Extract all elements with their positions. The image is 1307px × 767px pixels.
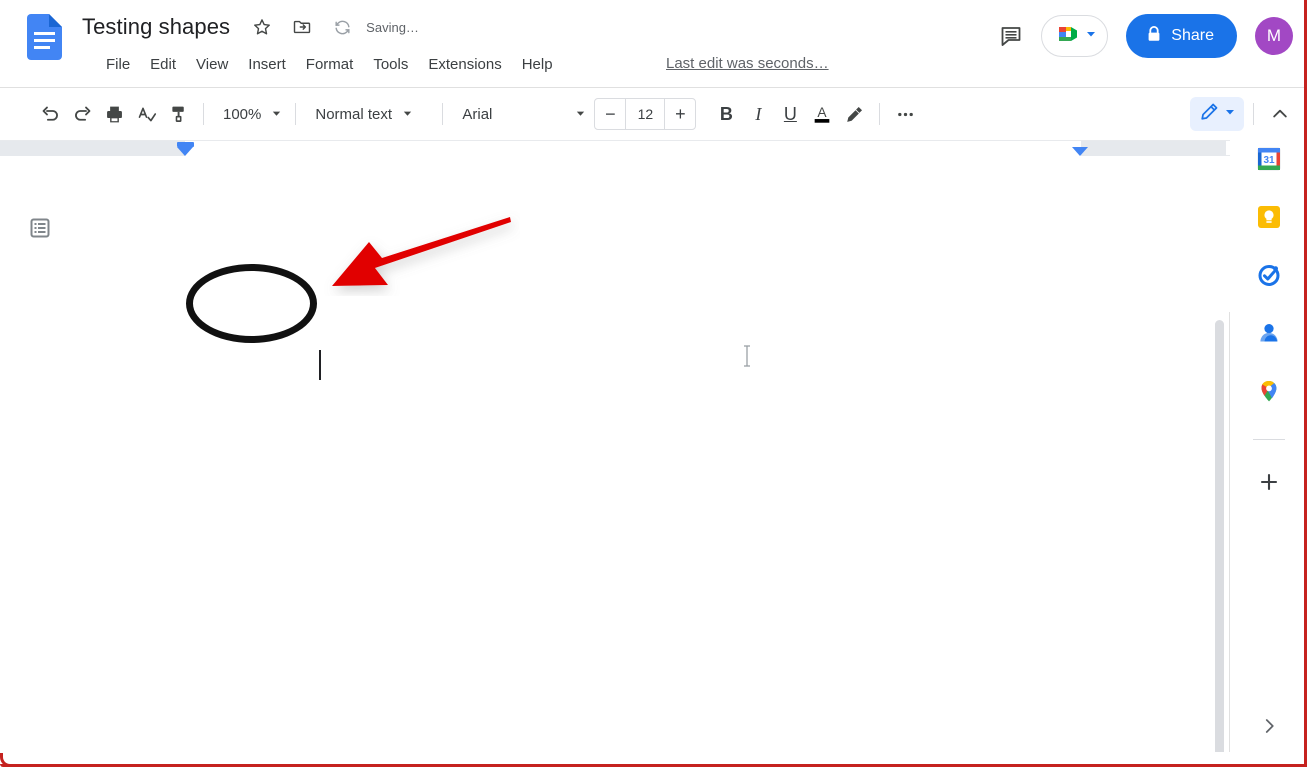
toolbar-divider [203, 103, 204, 125]
google-meet-icon [1054, 23, 1082, 50]
caret-down-icon [575, 106, 586, 123]
menu-item-edit[interactable]: Edit [140, 53, 186, 76]
caret-down-icon [402, 106, 413, 123]
svg-text:A: A [818, 105, 828, 120]
chevron-right-icon[interactable] [1252, 709, 1286, 743]
print-icon[interactable] [98, 98, 130, 130]
menu-item-view[interactable]: View [186, 53, 238, 76]
text-color-button[interactable]: A [806, 98, 838, 130]
right-side-panel: 31 [1230, 139, 1307, 767]
lock-icon [1146, 25, 1162, 48]
zoom-value: 100% [223, 105, 262, 123]
collapse-toolbar-button[interactable] [1263, 97, 1297, 131]
menu-item-format[interactable]: Format [296, 53, 364, 76]
saving-status-text: Saving… [366, 19, 419, 35]
chevron-down-icon [1224, 105, 1236, 123]
app-header: Testing shapes Saving… File Edit View In… [0, 0, 1307, 88]
title-row: Testing shapes Saving… [78, 12, 419, 42]
share-button-label: Share [1171, 27, 1214, 44]
comment-history-icon[interactable] [989, 14, 1033, 58]
red-annotation-arrow [332, 217, 511, 286]
add-plus-icon[interactable] [1249, 462, 1289, 502]
edit-mode-button[interactable] [1190, 97, 1244, 131]
horizontal-ruler[interactable] [0, 140, 1307, 156]
menu-item-file[interactable]: File [96, 53, 140, 76]
menu-item-tools[interactable]: Tools [363, 53, 418, 76]
avatar[interactable]: M [1255, 17, 1293, 55]
text-beam-cursor-icon [742, 344, 752, 368]
menu-item-extensions[interactable]: Extensions [418, 53, 511, 76]
toolbar-divider [442, 103, 444, 125]
font-size-decrease-button[interactable]: − [595, 99, 625, 129]
zoom-select[interactable]: 100% [213, 98, 286, 130]
italic-button[interactable]: I [742, 98, 774, 130]
highlight-pen-icon[interactable] [838, 98, 870, 130]
star-icon[interactable] [250, 15, 274, 39]
toolbar-divider [295, 103, 297, 125]
undo-icon[interactable] [34, 98, 66, 130]
move-to-folder-icon[interactable] [290, 15, 314, 39]
menu-bar: File Edit View Insert Format Tools Exten… [96, 53, 563, 76]
toolbar-divider [1253, 103, 1254, 125]
ruler-content-zone [185, 141, 1081, 156]
google-calendar-icon[interactable]: 31 [1249, 139, 1289, 179]
document-page[interactable] [0, 156, 1196, 752]
font-family-select[interactable]: Arial [452, 98, 590, 130]
font-family-value: Arial [462, 105, 493, 123]
redo-icon[interactable] [66, 98, 98, 130]
bold-button[interactable]: B [710, 98, 742, 130]
vertical-scrollbar-thumb[interactable] [1215, 320, 1224, 752]
menu-item-insert[interactable]: Insert [238, 53, 296, 76]
font-size-input[interactable]: 12 [625, 99, 666, 129]
left-indent-marker-icon[interactable] [177, 147, 193, 156]
ruler-left-margin-zone [0, 141, 185, 156]
document-canvas-area [0, 156, 1307, 752]
ruler-right-margin-zone [1081, 141, 1226, 156]
google-keep-icon[interactable] [1249, 197, 1289, 237]
google-maps-icon[interactable] [1249, 371, 1289, 411]
toolbar-divider [879, 103, 881, 125]
drawn-ellipse[interactable] [186, 264, 317, 343]
google-docs-window: Testing shapes Saving… File Edit View In… [0, 0, 1307, 767]
chevron-down-icon [1085, 27, 1097, 45]
edit-pencil-icon [1198, 101, 1220, 128]
underline-button[interactable]: U [774, 98, 806, 130]
google-tasks-icon[interactable] [1249, 255, 1289, 295]
menu-item-help[interactable]: Help [512, 53, 563, 76]
docs-logo-icon[interactable] [27, 14, 62, 60]
spellcheck-icon[interactable] [130, 98, 162, 130]
google-meet-button[interactable] [1041, 15, 1109, 57]
header-actions: Share M [989, 14, 1293, 58]
paragraph-style-value: Normal text [315, 105, 393, 123]
font-size-increase-button[interactable]: + [665, 99, 695, 129]
google-contacts-icon[interactable] [1249, 313, 1289, 353]
paragraph-style-select[interactable]: Normal text [305, 98, 433, 130]
text-caret [319, 350, 321, 380]
more-options-icon[interactable] [889, 98, 921, 130]
caret-down-icon [271, 106, 282, 123]
right-indent-marker-icon[interactable] [1072, 147, 1088, 156]
share-button[interactable]: Share [1126, 14, 1237, 58]
document-title[interactable]: Testing shapes [78, 12, 234, 42]
formatting-toolbar: 100% Normal text Arial − 12 + B I U A [0, 88, 1307, 140]
sidebar-divider [1252, 439, 1285, 440]
font-size-stepper: − 12 + [594, 98, 697, 130]
saving-sync-icon [330, 15, 354, 39]
svg-text:31: 31 [1263, 155, 1275, 166]
paint-format-icon[interactable] [162, 98, 194, 130]
last-edit-link[interactable]: Last edit was seconds… [666, 55, 829, 72]
